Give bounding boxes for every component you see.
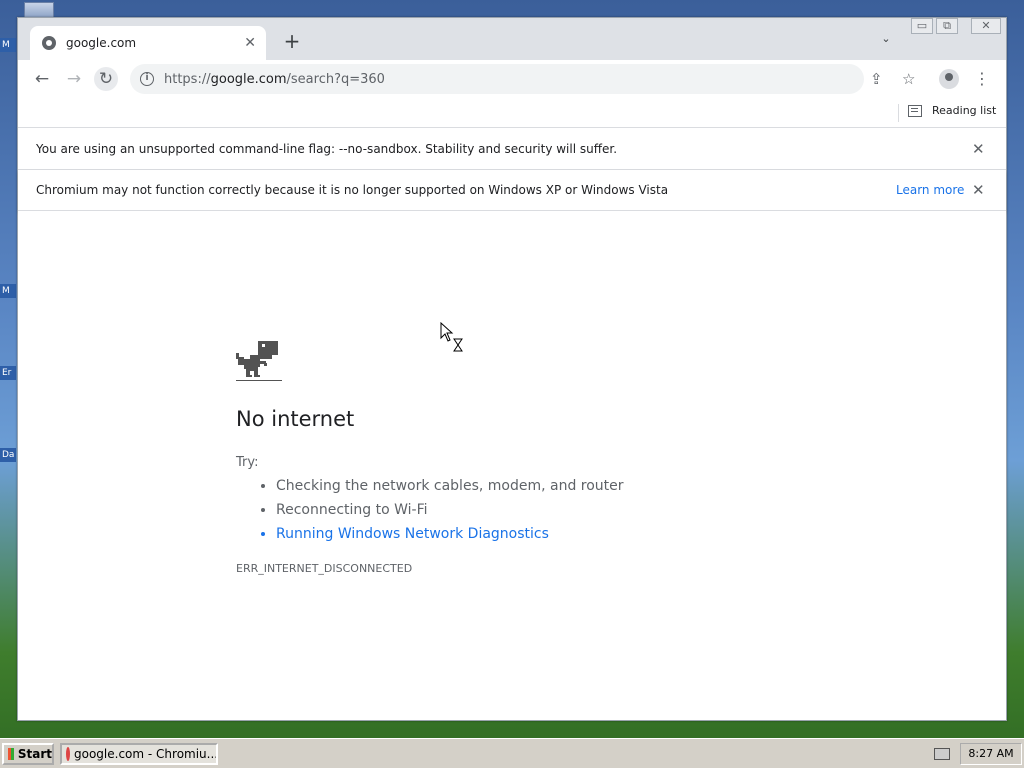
url-text[interactable]: https://google.com/search?q=360 bbox=[164, 72, 385, 87]
close-icon[interactable]: ✕ bbox=[972, 181, 985, 199]
offline-dino-icon[interactable] bbox=[236, 341, 282, 383]
suggestion-item: Checking the network cables, modem, and … bbox=[276, 477, 624, 495]
network-diagnostics-link[interactable]: Running Windows Network Diagnostics bbox=[276, 525, 624, 543]
chromium-icon bbox=[66, 747, 70, 761]
learn-more-link[interactable]: Learn more bbox=[896, 183, 964, 197]
tab-strip: google.com ✕ + ⌄ ▭ ⧉ ✕ bbox=[18, 18, 1006, 60]
start-label: Start bbox=[17, 747, 52, 761]
clock[interactable]: 8:27 AM bbox=[960, 743, 1022, 765]
suggestions-list: Checking the network cables, modem, and … bbox=[276, 477, 624, 549]
url-host: google.com bbox=[210, 71, 287, 87]
globe-icon bbox=[42, 36, 56, 50]
url-path: /search?q=360 bbox=[286, 71, 385, 87]
error-title: No internet bbox=[236, 407, 355, 431]
taskbar: Start google.com - Chromiu... 8:27 AM bbox=[0, 738, 1024, 768]
dino-ground bbox=[236, 380, 282, 381]
maximize-button[interactable]: ⧉ bbox=[936, 18, 958, 34]
suggestion-item: Reconnecting to Wi-Fi bbox=[276, 501, 624, 519]
error-page: No internet Try: Checking the network ca… bbox=[18, 211, 1006, 720]
bookmark-star-icon[interactable]: ☆ bbox=[902, 64, 915, 94]
minimize-button[interactable]: ▭ bbox=[911, 18, 933, 34]
busy-cursor-icon bbox=[440, 322, 463, 352]
try-label: Try: bbox=[236, 455, 259, 470]
profile-avatar-icon[interactable] bbox=[939, 69, 959, 89]
keyboard-icon[interactable] bbox=[934, 748, 950, 760]
infobar-message: You are using an unsupported command-lin… bbox=[36, 142, 618, 156]
tab-active[interactable]: google.com ✕ bbox=[30, 26, 266, 60]
reading-list-label: Reading list bbox=[932, 104, 997, 117]
tab-title: google.com bbox=[66, 36, 137, 50]
chevron-down-icon[interactable]: ⌄ bbox=[876, 32, 896, 48]
desktop-icon-label-2[interactable]: M bbox=[0, 284, 16, 298]
infobar-os-unsupported: Chromium may not function correctly beca… bbox=[18, 170, 1006, 211]
reload-button[interactable]: ↻ bbox=[94, 67, 118, 91]
windows-flag-icon bbox=[8, 748, 14, 760]
bookmarks-bar: Reading list bbox=[18, 98, 1006, 128]
desktop-icon-label-3[interactable]: Er bbox=[0, 366, 16, 380]
taskbar-item-chromium[interactable]: google.com - Chromiu... bbox=[60, 743, 218, 765]
error-code: ERR_INTERNET_DISCONNECTED bbox=[236, 562, 413, 575]
reading-list-button[interactable]: Reading list bbox=[908, 104, 996, 117]
close-window-button[interactable]: ✕ bbox=[971, 18, 1001, 34]
address-bar[interactable]: i https://google.com/search?q=360 ⇪ ☆ bbox=[130, 64, 915, 94]
infobar-message: Chromium may not function correctly beca… bbox=[36, 183, 669, 197]
info-icon[interactable]: i bbox=[140, 72, 154, 86]
kebab-menu-icon[interactable]: ⋮ bbox=[974, 67, 990, 91]
desktop-icon-label-4[interactable]: Da bbox=[0, 448, 16, 462]
desktop-icon-label-1[interactable]: M bbox=[0, 38, 16, 52]
back-button[interactable]: ← bbox=[30, 67, 54, 91]
toolbar: ← → ↻ i https://google.com/search?q=360 … bbox=[18, 60, 1006, 98]
share-icon[interactable]: ⇪ bbox=[870, 64, 883, 94]
close-tab-icon[interactable]: ✕ bbox=[244, 35, 256, 51]
forward-button[interactable]: → bbox=[62, 67, 86, 91]
reading-list-icon bbox=[908, 104, 922, 117]
new-tab-button[interactable]: + bbox=[281, 30, 303, 52]
infobar-sandbox-warning: You are using an unsupported command-lin… bbox=[18, 129, 1006, 170]
taskbar-item-label: google.com - Chromiu... bbox=[74, 747, 218, 761]
bookmarks-separator bbox=[898, 104, 899, 122]
desktop-icon-top[interactable] bbox=[24, 2, 54, 18]
browser-window: google.com ✕ + ⌄ ▭ ⧉ ✕ ← → ↻ i https://g… bbox=[17, 17, 1007, 721]
start-button[interactable]: Start bbox=[2, 743, 54, 765]
close-icon[interactable]: ✕ bbox=[972, 140, 985, 158]
url-scheme: https:// bbox=[164, 71, 211, 87]
